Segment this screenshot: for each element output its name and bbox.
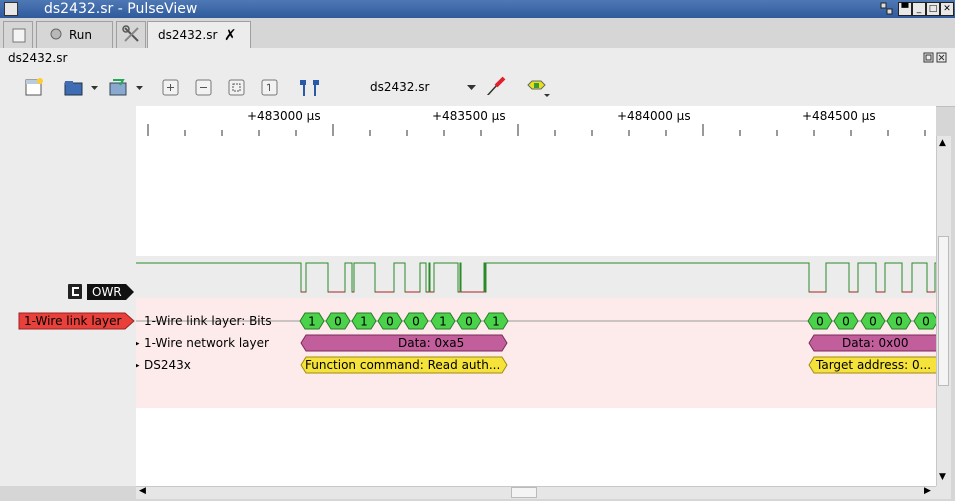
zoom-out-icon[interactable] xyxy=(194,77,214,97)
main-toolbar: ds2432.sr xyxy=(0,68,955,107)
run-circle-icon xyxy=(50,28,62,40)
tab-run[interactable]: Run xyxy=(36,21,113,48)
vertical-scroll-thumb[interactable] xyxy=(938,236,949,386)
signal-header-panel: OWR 1-Wire link layer xyxy=(0,106,136,486)
trace-view[interactable]: 1010010100000 1-Wire link layer: Bits ▸ … xyxy=(136,136,936,486)
save-dropdown-icon[interactable] xyxy=(135,77,145,97)
row-label-bits: 1-Wire link layer: Bits xyxy=(144,314,272,328)
new-view-icon[interactable] xyxy=(23,77,45,97)
close-tab-icon[interactable]: ✗ xyxy=(224,26,237,44)
tools-icon xyxy=(122,25,139,42)
logic-channel-icon[interactable] xyxy=(68,284,82,299)
bit-label: 0 xyxy=(465,315,473,329)
zoom-in-icon[interactable] xyxy=(161,77,181,97)
device-dropdown-icon[interactable] xyxy=(466,77,478,97)
bit-label: 1 xyxy=(492,315,500,329)
trace-canvas: 1 0 1 0 0 1 0 1 0 0 0 0 0 xyxy=(136,256,936,408)
tab-ds2432-label: ds2432.sr xyxy=(158,28,218,42)
save-icon[interactable] xyxy=(107,77,131,97)
owr-channel-label: OWR xyxy=(92,285,122,299)
expand-network-icon[interactable]: ▸ xyxy=(136,339,140,349)
tab-bar: Run ds2432.sr ✗ xyxy=(0,18,955,49)
bit-label: 0 xyxy=(334,315,342,329)
maximize-button[interactable]: □ xyxy=(926,2,940,16)
scroll-corner xyxy=(936,486,951,499)
probe-icon[interactable] xyxy=(483,75,507,95)
ds243x-annotation-2: Target address: 0... xyxy=(816,358,932,372)
scroll-left-icon[interactable]: ◀ xyxy=(139,486,146,496)
bit-label: 0 xyxy=(816,315,824,329)
bit-label: 0 xyxy=(922,315,930,329)
bit-label: 0 xyxy=(842,315,850,329)
scroll-right-icon[interactable]: ▶ xyxy=(924,486,931,496)
bit-label: 1 xyxy=(360,315,368,329)
cursors-icon[interactable] xyxy=(298,77,322,97)
bit-label: 1 xyxy=(308,315,316,329)
ruler-label: +483500 µs xyxy=(432,109,506,123)
ds243x-annotation-1: Function command: Read auth... xyxy=(305,358,501,372)
bit-label: 0 xyxy=(895,315,903,329)
bit-label: 1 xyxy=(439,315,447,329)
add-decoder-icon[interactable] xyxy=(525,77,555,97)
ruler-label: +483000 µs xyxy=(247,109,321,123)
horizontal-scroll-thumb[interactable] xyxy=(511,487,537,498)
float-icon[interactable] xyxy=(923,52,934,63)
expand-ds243x-icon[interactable]: ▸ xyxy=(136,361,140,371)
shade-button[interactable]: ▀ xyxy=(898,2,912,16)
decoder-label: 1-Wire link layer xyxy=(24,314,122,328)
ruler-label: +484000 µs xyxy=(617,109,691,123)
open-folder-icon[interactable] xyxy=(63,77,85,97)
window-titlebar: ds2432.sr - PulseView ▀ _ □ ✕ xyxy=(0,0,955,18)
bit-label: 0 xyxy=(869,315,877,329)
row-label-ds243x: DS243x xyxy=(144,358,191,372)
window-title: ds2432.sr - PulseView xyxy=(44,1,198,17)
bit-label: 0 xyxy=(386,315,394,329)
network-annotation-2: Data: 0x00 xyxy=(842,336,909,350)
ruler-label: +484500 µs xyxy=(802,109,876,123)
tab-new-session[interactable] xyxy=(3,21,33,48)
zoom-fit-icon[interactable] xyxy=(227,77,247,97)
session-name: ds2432.sr xyxy=(8,51,68,65)
tab-settings[interactable] xyxy=(116,21,146,48)
tab-ds2432[interactable]: ds2432.sr ✗ xyxy=(147,21,251,49)
horizontal-scrollbar[interactable]: ◀ ▶ xyxy=(136,486,936,499)
vertical-scrollbar[interactable]: ▲ ▼ xyxy=(936,136,951,486)
close-window-button[interactable]: ✕ xyxy=(940,2,954,16)
close-session-icon[interactable] xyxy=(936,52,947,63)
window-menu-button[interactable] xyxy=(4,2,18,16)
device-selector[interactable]: ds2432.sr xyxy=(370,80,429,94)
scroll-down-icon[interactable]: ▼ xyxy=(939,472,946,482)
bit-label: 0 xyxy=(412,315,420,329)
grid-icon[interactable] xyxy=(880,2,893,15)
minimize-button[interactable]: _ xyxy=(912,2,926,16)
session-header: ds2432.sr xyxy=(0,48,955,68)
open-dropdown-icon[interactable] xyxy=(90,77,100,97)
zoom-original-icon[interactable] xyxy=(260,77,280,97)
tab-run-label: Run xyxy=(69,28,93,42)
scroll-up-icon[interactable]: ▲ xyxy=(939,138,946,148)
document-icon xyxy=(12,28,26,43)
network-annotation-1: Data: 0xa5 xyxy=(398,336,465,350)
time-ruler[interactable]: +483000 µs +483500 µs +484000 µs +484500… xyxy=(136,106,936,137)
row-label-network: 1-Wire network layer xyxy=(144,336,269,350)
